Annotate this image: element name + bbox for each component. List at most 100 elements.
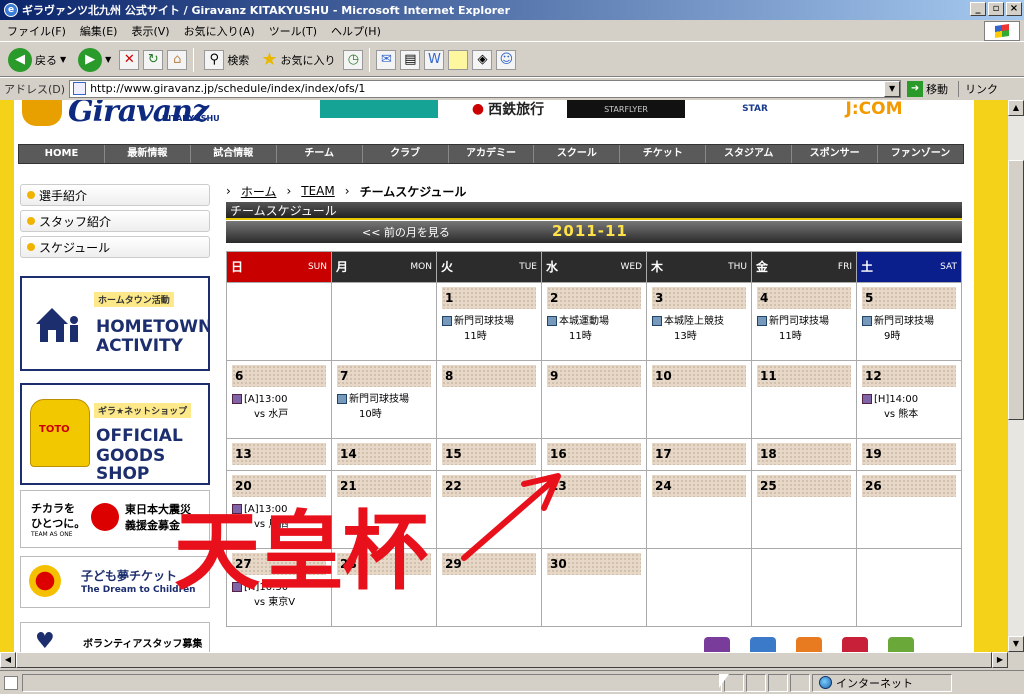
security-zone: インターネット: [812, 673, 952, 692]
camera-icon[interactable]: [842, 637, 868, 652]
event-line2: vs 熊本: [884, 409, 919, 420]
go-button[interactable]: ➜ 移動: [907, 80, 948, 97]
history-icon[interactable]: ◷: [343, 49, 364, 70]
address-url[interactable]: http://www.giravanz.jp/schedule/index/in…: [90, 82, 365, 95]
links-button[interactable]: リンク: [958, 80, 998, 97]
refresh-icon[interactable]: ↻: [143, 49, 164, 70]
note-icon[interactable]: [448, 49, 469, 70]
messenger-icon[interactable]: ☺: [496, 49, 517, 70]
club-emblem-icon: [22, 100, 62, 126]
nav-ticket[interactable]: チケット: [620, 145, 707, 163]
address-input[interactable]: http://www.giravanz.jp/schedule/index/in…: [69, 79, 902, 98]
menu-file[interactable]: ファイル(F): [0, 23, 73, 39]
ball-icon[interactable]: [796, 637, 822, 652]
nav-home[interactable]: HOME: [19, 145, 105, 163]
practice-event[interactable]: 本城運動場 11時: [547, 314, 641, 344]
weekday-en: SUN: [307, 262, 327, 272]
nav-match[interactable]: 試合情報: [191, 145, 277, 163]
menu-tools[interactable]: ツール(T): [262, 23, 324, 39]
document-icon[interactable]: [888, 637, 914, 652]
day-number: 15: [442, 443, 536, 465]
event-line1: 新門司球技場: [349, 394, 409, 405]
favorites-button[interactable]: ★ お気に入り: [257, 47, 339, 72]
menu-help[interactable]: ヘルプ(H): [324, 23, 388, 39]
nav-team[interactable]: チーム: [277, 145, 363, 163]
event-line2: 9時: [884, 331, 901, 342]
calendar-week-row: 13 14 15 16 17 18 19: [226, 438, 962, 471]
breadcrumb-home[interactable]: ホーム: [241, 183, 277, 200]
nav-sponsor[interactable]: スポンサー: [792, 145, 879, 163]
minimize-button[interactable]: _: [970, 2, 986, 16]
nav-school[interactable]: スクール: [534, 145, 621, 163]
month-navigation: << 前の月を見る 2011-11: [226, 221, 962, 243]
sidebar: 選手紹介 スタッフ紹介 スケジュール: [20, 184, 210, 262]
status-panel: [790, 673, 810, 692]
nav-fanzone[interactable]: ファンゾーン: [878, 145, 963, 163]
match-event[interactable]: [A]13:00 vs 水戸: [232, 392, 326, 422]
calendar-day-cell: 10: [646, 360, 752, 439]
sponsor-star[interactable]: STAR: [730, 100, 780, 118]
hometown-activity-banner[interactable]: ホームタウン活動 HOMETOWN ACTIVITY: [20, 276, 210, 371]
address-dropdown-icon[interactable]: ▼: [884, 80, 901, 97]
practice-event[interactable]: 新門司球技場 9時: [862, 314, 956, 344]
sponsor-starflyer[interactable]: STARFLYER: [567, 100, 685, 118]
home-icon[interactable]: ⌂: [167, 49, 188, 70]
sidebar-item-staff[interactable]: スタッフ紹介: [20, 210, 210, 232]
scroll-up-icon[interactable]: ▲: [1008, 100, 1024, 116]
breadcrumb-team[interactable]: TEAM: [301, 184, 334, 198]
calendar-day-cell: 1 新門司球技場 11時: [436, 282, 542, 361]
menu-edit[interactable]: 編集(E): [73, 23, 125, 39]
sponsor-nishitetsu[interactable]: ● 西鉄旅行: [452, 100, 564, 118]
forward-button[interactable]: ▶ ▼: [74, 46, 115, 74]
close-button[interactable]: ×: [1006, 2, 1022, 16]
practice-event[interactable]: 新門司球技場 11時: [442, 314, 536, 344]
nav-news[interactable]: 最新情報: [105, 145, 191, 163]
weekday-en: SAT: [940, 262, 957, 272]
back-dropdown-icon[interactable]: ▼: [60, 55, 66, 64]
scroll-thumb[interactable]: [1008, 160, 1024, 420]
shop-line1: OFFICIAL: [96, 426, 183, 446]
sponsor-jcom[interactable]: J:COM: [834, 100, 914, 119]
site-logo[interactable]: Giravanz KITAKYUSHU: [22, 100, 242, 130]
match-event[interactable]: [H]14:00 vs 熊本: [862, 392, 956, 422]
day-number: 26: [862, 475, 956, 497]
practice-event[interactable]: 新門司球技場 11時: [757, 314, 851, 344]
nav-stadium[interactable]: スタジアム: [706, 145, 793, 163]
sidebar-item-schedule[interactable]: スケジュール: [20, 236, 210, 258]
person-icon[interactable]: [750, 637, 776, 652]
calendar-day-cell: 26: [856, 470, 962, 549]
search-button[interactable]: ⚲ 検索: [200, 48, 253, 72]
event-text: 新門司球技場 9時: [874, 314, 934, 344]
scroll-down-icon[interactable]: ▼: [1008, 636, 1024, 652]
volunteer-banner[interactable]: ♥ ボランティアスタッフ募集: [20, 622, 210, 652]
scroll-right-icon[interactable]: ▶: [992, 652, 1008, 668]
prev-month-link[interactable]: << 前の月を見る: [362, 224, 450, 240]
vertical-scrollbar[interactable]: ▲ ▼: [1008, 100, 1024, 652]
practice-event[interactable]: 本城陸上競技 13時: [652, 314, 746, 344]
weekday-ja: 日: [231, 260, 244, 274]
nav-club[interactable]: クラブ: [363, 145, 449, 163]
sponsor-banner-1[interactable]: [320, 100, 438, 118]
menu-favorites[interactable]: お気に入り(A): [177, 23, 262, 39]
horizontal-scrollbar[interactable]: ◀ ▶: [0, 652, 1008, 668]
weekday-header: 水 WED: [541, 251, 647, 283]
print-icon[interactable]: ▤: [400, 49, 421, 70]
hscroll-thumb[interactable]: [16, 652, 992, 668]
edit-icon[interactable]: W: [424, 49, 445, 70]
back-button[interactable]: ◀ 戻る ▼: [4, 46, 70, 74]
forward-dropdown-icon[interactable]: ▼: [105, 55, 111, 64]
sidebar-item-players[interactable]: 選手紹介: [20, 184, 210, 206]
practice-event[interactable]: 新門司球技場 10時: [337, 392, 431, 422]
mail-icon[interactable]: ✉: [376, 49, 397, 70]
maximize-button[interactable]: ▫: [988, 2, 1004, 16]
stop-icon[interactable]: ✕: [119, 49, 140, 70]
menu-view[interactable]: 表示(V): [124, 23, 176, 39]
toolbar-separator: [369, 47, 371, 72]
event-line2: 13時: [674, 331, 697, 342]
research-icon[interactable]: ◈: [472, 49, 493, 70]
nav-academy[interactable]: アカデミー: [449, 145, 535, 163]
runner-icon[interactable]: [704, 637, 730, 652]
practice-icon: [757, 316, 767, 326]
scroll-left-icon[interactable]: ◀: [0, 652, 16, 668]
event-text: [A]13:00 vs 水戸: [244, 392, 288, 422]
